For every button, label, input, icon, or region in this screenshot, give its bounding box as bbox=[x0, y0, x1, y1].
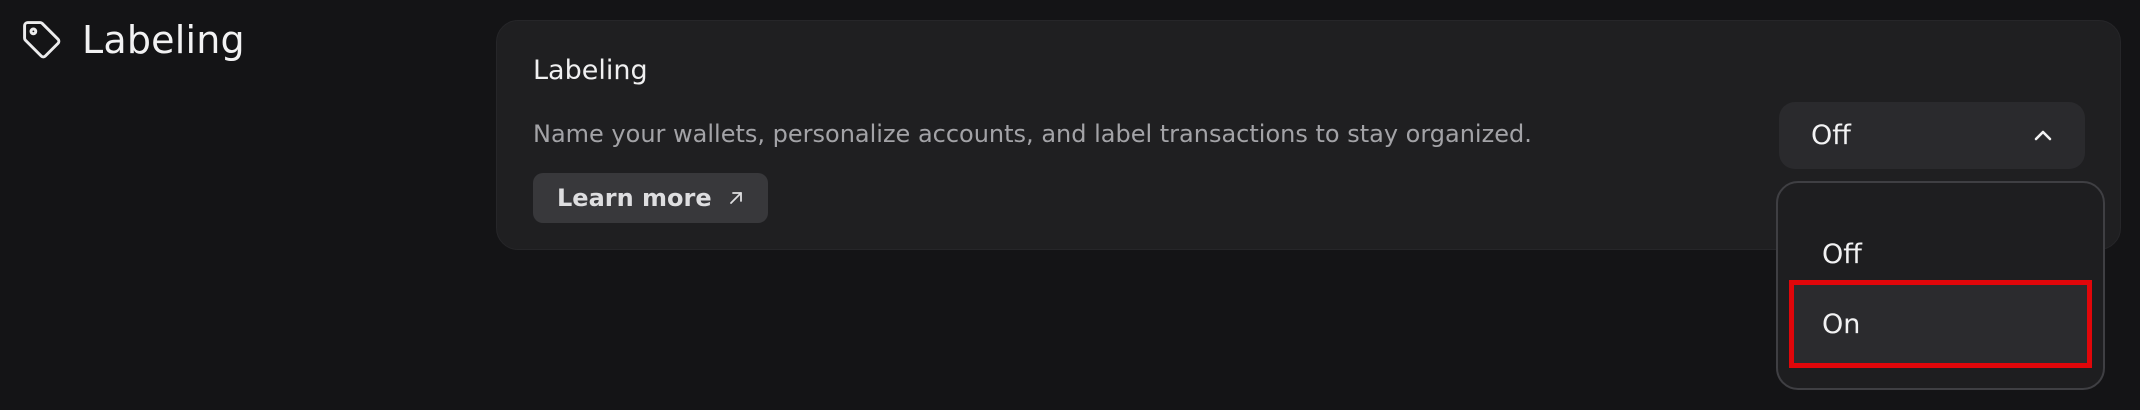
option-on-label: On bbox=[1822, 308, 1861, 340]
settings-page: Labeling Labeling Name your wallets, per… bbox=[0, 0, 2140, 410]
setting-title: Labeling bbox=[533, 55, 648, 86]
arrow-up-right-icon bbox=[729, 192, 742, 204]
select-dropdown-menu: Off On bbox=[1776, 181, 2105, 390]
section-title: Labeling bbox=[82, 18, 245, 62]
learn-more-label: Learn more bbox=[557, 184, 712, 212]
setting-description: Name your wallets, personalize accounts,… bbox=[533, 120, 1532, 148]
section-header: Labeling bbox=[20, 18, 245, 62]
chevron-up-icon bbox=[2034, 130, 2052, 140]
learn-more-button[interactable]: Learn more bbox=[533, 173, 768, 223]
option-on[interactable]: On bbox=[1789, 280, 2092, 368]
tag-icon bbox=[23, 21, 61, 59]
option-off-label: Off bbox=[1822, 238, 1862, 270]
labeling-select[interactable]: Off bbox=[1779, 102, 2085, 169]
select-current-value: Off bbox=[1811, 120, 1851, 151]
